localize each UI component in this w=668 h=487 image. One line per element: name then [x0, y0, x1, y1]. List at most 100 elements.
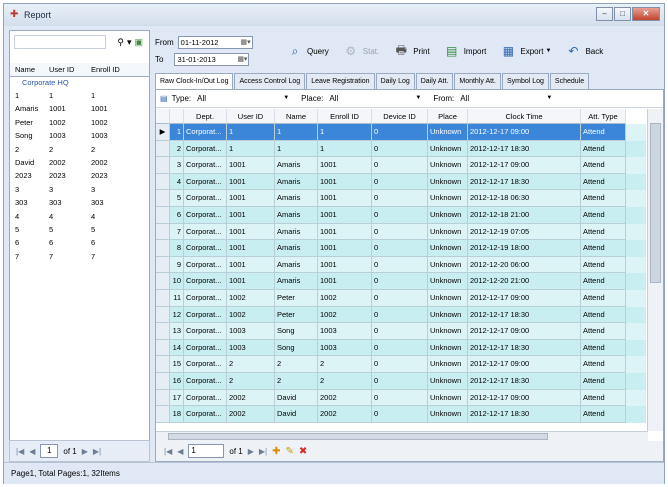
- table-cell[interactable]: 2: [227, 372, 275, 390]
- table-cell[interactable]: 1001: [318, 157, 372, 174]
- filter-icon[interactable]: ▣: [134, 37, 143, 48]
- table-cell[interactable]: 0: [372, 124, 428, 141]
- table-cell[interactable]: 2012-12-17 18:30: [468, 339, 581, 357]
- table-cell[interactable]: 2: [318, 356, 372, 373]
- print-button[interactable]: 🖶 Print: [391, 41, 430, 61]
- row-header[interactable]: [156, 306, 170, 324]
- row-header[interactable]: [156, 389, 170, 407]
- table-cell[interactable]: 2: [275, 372, 318, 390]
- table-cell[interactable]: Unknown: [428, 223, 468, 241]
- table-cell[interactable]: 1002: [227, 289, 275, 307]
- table-cell[interactable]: 0: [372, 140, 428, 158]
- type-filter[interactable]: Type: All: [172, 94, 290, 103]
- table-cell[interactable]: 17: [170, 389, 184, 407]
- export-button[interactable]: ▦ Export ▼: [498, 41, 552, 61]
- row-header[interactable]: ▶: [156, 124, 170, 141]
- tree-row[interactable]: 6 6 6: [10, 236, 149, 249]
- row-header[interactable]: [156, 240, 170, 257]
- row-header[interactable]: [156, 206, 170, 224]
- search-icon[interactable]: ⚲: [117, 37, 124, 48]
- row-header[interactable]: [156, 356, 170, 373]
- tab-daily-att[interactable]: Daily Att.: [415, 73, 454, 89]
- table-cell[interactable]: 1003: [227, 323, 275, 340]
- row-header[interactable]: [156, 223, 170, 241]
- tab-leave-registration[interactable]: Leave Registration: [306, 73, 375, 89]
- table-cell[interactable]: 1002: [227, 306, 275, 324]
- prev-page-icon[interactable]: ◀: [177, 447, 183, 456]
- table-cell[interactable]: 0: [372, 289, 428, 307]
- table-row[interactable]: ▶ 1 Corporat... 1 1 1 0 Unknown 2012-12-17 09:00…: [156, 124, 646, 141]
- edit-record-icon[interactable]: ✎: [286, 446, 294, 457]
- table-cell[interactable]: 1001: [227, 157, 275, 174]
- table-cell[interactable]: 1001: [227, 206, 275, 224]
- table-cell[interactable]: 0: [372, 157, 428, 174]
- table-cell[interactable]: Corporat...: [184, 256, 227, 274]
- maximize-button[interactable]: □: [614, 7, 631, 21]
- table-cell[interactable]: 1003: [227, 339, 275, 357]
- table-cell[interactable]: Corporat...: [184, 372, 227, 390]
- table-cell[interactable]: 2: [170, 140, 184, 158]
- tab-schedule[interactable]: Schedule: [549, 73, 590, 89]
- table-cell[interactable]: David: [275, 389, 318, 407]
- table-cell[interactable]: Attend: [581, 372, 626, 390]
- table-cell[interactable]: Corporat...: [184, 124, 227, 141]
- table-cell[interactable]: Unknown: [428, 406, 468, 423]
- table-cell[interactable]: Peter: [275, 289, 318, 307]
- table-cell[interactable]: 11: [170, 289, 184, 307]
- table-cell[interactable]: 10: [170, 273, 184, 290]
- table-cell[interactable]: Corporat...: [184, 323, 227, 340]
- row-header[interactable]: [156, 157, 170, 174]
- table-cell[interactable]: 14: [170, 339, 184, 357]
- table-cell[interactable]: Corporat...: [184, 206, 227, 224]
- table-row[interactable]: 9 Corporat... 1001 Amaris 1001 0 Unknown 2012-1…: [156, 256, 646, 274]
- table-cell[interactable]: 2002: [318, 389, 372, 407]
- col-name[interactable]: Name: [15, 63, 49, 77]
- last-page-icon[interactable]: ▶|: [259, 447, 267, 456]
- table-cell[interactable]: Amaris: [275, 190, 318, 207]
- table-cell[interactable]: Attend: [581, 190, 626, 207]
- table-cell[interactable]: 1001: [227, 240, 275, 257]
- table-cell[interactable]: Corporat...: [184, 356, 227, 373]
- table-cell[interactable]: 0: [372, 223, 428, 241]
- table-cell[interactable]: 16: [170, 372, 184, 390]
- tab-symbol-log[interactable]: Symbol Log: [501, 73, 549, 89]
- stat-button[interactable]: ⚙ Stat.: [341, 41, 379, 61]
- table-cell[interactable]: 2: [318, 372, 372, 390]
- column-header[interactable]: Enroll ID: [318, 109, 372, 124]
- next-page-icon[interactable]: ▶: [248, 447, 254, 456]
- table-cell[interactable]: Amaris: [275, 256, 318, 274]
- table-cell[interactable]: Attend: [581, 356, 626, 373]
- tree-row[interactable]: Amaris 1001 1001: [10, 102, 149, 115]
- table-cell[interactable]: Unknown: [428, 323, 468, 340]
- table-cell[interactable]: Corporat...: [184, 273, 227, 290]
- table-cell[interactable]: 1001: [318, 240, 372, 257]
- table-cell[interactable]: Unknown: [428, 157, 468, 174]
- column-header[interactable]: Place: [428, 109, 468, 124]
- table-cell[interactable]: Unknown: [428, 256, 468, 274]
- table-cell[interactable]: 0: [372, 406, 428, 423]
- tree-row[interactable]: 5 5 5: [10, 223, 149, 236]
- row-header[interactable]: [156, 273, 170, 290]
- column-header[interactable]: Clock Time: [468, 109, 581, 124]
- from-date-input[interactable]: 01-11-2012 ▦▾: [177, 36, 253, 49]
- table-cell[interactable]: Attend: [581, 306, 626, 324]
- table-cell[interactable]: 2012-12-20 06:00: [468, 256, 581, 274]
- row-header[interactable]: [156, 289, 170, 307]
- table-cell[interactable]: Amaris: [275, 173, 318, 191]
- table-cell[interactable]: 1001: [227, 173, 275, 191]
- table-cell[interactable]: Attend: [581, 289, 626, 307]
- table-cell[interactable]: Attend: [581, 206, 626, 224]
- table-cell[interactable]: 9: [170, 256, 184, 274]
- dropdown-arrow-icon[interactable]: ▾: [127, 37, 132, 48]
- table-cell[interactable]: 3: [170, 157, 184, 174]
- column-header[interactable]: [156, 109, 170, 124]
- table-cell[interactable]: 2002: [227, 389, 275, 407]
- table-cell[interactable]: 1001: [318, 190, 372, 207]
- table-cell[interactable]: 1001: [318, 173, 372, 191]
- table-cell[interactable]: 2: [275, 356, 318, 373]
- table-cell[interactable]: Unknown: [428, 289, 468, 307]
- table-cell[interactable]: 0: [372, 339, 428, 357]
- table-cell[interactable]: 12: [170, 306, 184, 324]
- table-cell[interactable]: Attend: [581, 389, 626, 407]
- table-cell[interactable]: 1001: [227, 273, 275, 290]
